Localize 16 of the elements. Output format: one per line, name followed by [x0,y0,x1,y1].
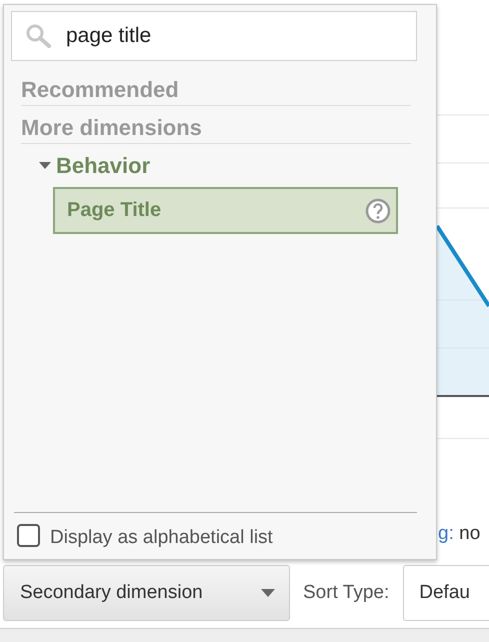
checkbox-label: Display as alphabetical list [50,526,273,549]
search-icon [24,22,52,50]
sort-type-label: Sort Type: [303,582,390,604]
link-text[interactable]: g: [438,523,454,544]
search-field[interactable]: page title [11,11,417,61]
sort-type-dropdown[interactable]: Defau [403,565,489,621]
value-text: no [459,523,480,544]
help-icon[interactable] [365,198,391,224]
section-heading: More dimensions [21,115,411,144]
search-input[interactable]: page title [66,24,366,48]
section-heading: Recommended [21,77,411,106]
checkbox[interactable] [17,524,40,546]
caret-icon [261,589,275,597]
group-heading[interactable]: Behavior [56,153,150,179]
dimension-label: Page Title [67,199,162,222]
secondary-dimension-button[interactable]: Secondary dimension [3,565,290,621]
